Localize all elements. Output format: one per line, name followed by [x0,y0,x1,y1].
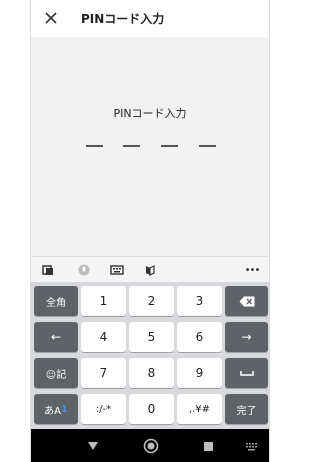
key-4[interactable]: 4 [81,322,126,352]
key-0[interactable]: 0 [129,394,174,424]
numeric-keyboard: 全角 1 2 3 ← 4 5 6 → ☺記 7 8 9 あA 1:/-* 0 … [31,282,269,429]
beginner-mode-button[interactable] [143,263,157,277]
key-7[interactable]: 7 [81,358,126,388]
key-1[interactable]: 1 [81,286,126,316]
done-key[interactable]: 完了 [225,394,268,424]
app-header: PINコード入力 [31,0,269,37]
pin-input[interactable] [86,145,216,155]
keyboard-hide-icon [245,442,257,450]
key-2[interactable]: 2 [129,286,174,316]
home-circle-icon [143,438,159,454]
voice-input-button[interactable] [77,263,91,277]
more-icon: ••• [244,264,261,276]
backspace-key[interactable] [225,286,268,316]
more-button[interactable]: ••• [244,263,261,277]
input-mode-key[interactable]: あA 1 [34,394,78,424]
key-5[interactable]: 5 [129,322,174,352]
pin-slot-1 [86,145,103,147]
system-nav-bar [31,429,269,462]
space-key[interactable] [225,358,268,388]
recents-square-icon [203,441,213,451]
zenkaku-key[interactable]: 全角 [34,286,78,316]
key-9[interactable]: 9 [177,358,222,388]
phone-screen: PINコード入力 PINコード入力 ••• 全角 1 2 3 ← 4 5 6 →… [30,0,270,462]
close-icon [45,12,57,24]
pin-slot-4 [199,145,216,147]
back-button[interactable] [85,438,101,454]
key-6[interactable]: 6 [177,322,222,352]
space-icon [239,371,254,376]
backspace-icon [239,296,254,306]
pin-label: PINコード入力 [113,107,187,120]
microphone-icon [78,264,90,276]
keyboard-switch-icon [42,265,53,275]
pin-slot-2 [123,145,140,147]
keyboard-layout-button[interactable] [110,263,124,277]
emoji-symbol-key[interactable]: ☺記 [34,358,78,388]
close-button[interactable] [41,8,61,28]
symbol-key[interactable]: :/-* [81,394,126,424]
recents-button[interactable] [200,438,216,454]
back-triangle-icon [88,442,98,450]
page-title: PINコード入力 [81,12,165,26]
pin-slot-3 [161,145,178,147]
cursor-left-key[interactable]: ← [34,322,78,352]
punctuation-key[interactable]: ,.¥# [177,394,222,424]
keyboard-layout-icon [110,265,124,275]
key-8[interactable]: 8 [129,358,174,388]
beginner-mark-icon [146,265,155,276]
key-3[interactable]: 3 [177,286,222,316]
pin-entry-area: PINコード入力 [31,37,269,255]
keyboard-switch-button[interactable] [41,263,55,277]
keyboard-hide-button[interactable] [243,438,259,454]
home-button[interactable] [143,438,159,454]
cursor-right-key[interactable]: → [225,322,268,352]
keyboard-toolbar: ••• [31,256,269,283]
